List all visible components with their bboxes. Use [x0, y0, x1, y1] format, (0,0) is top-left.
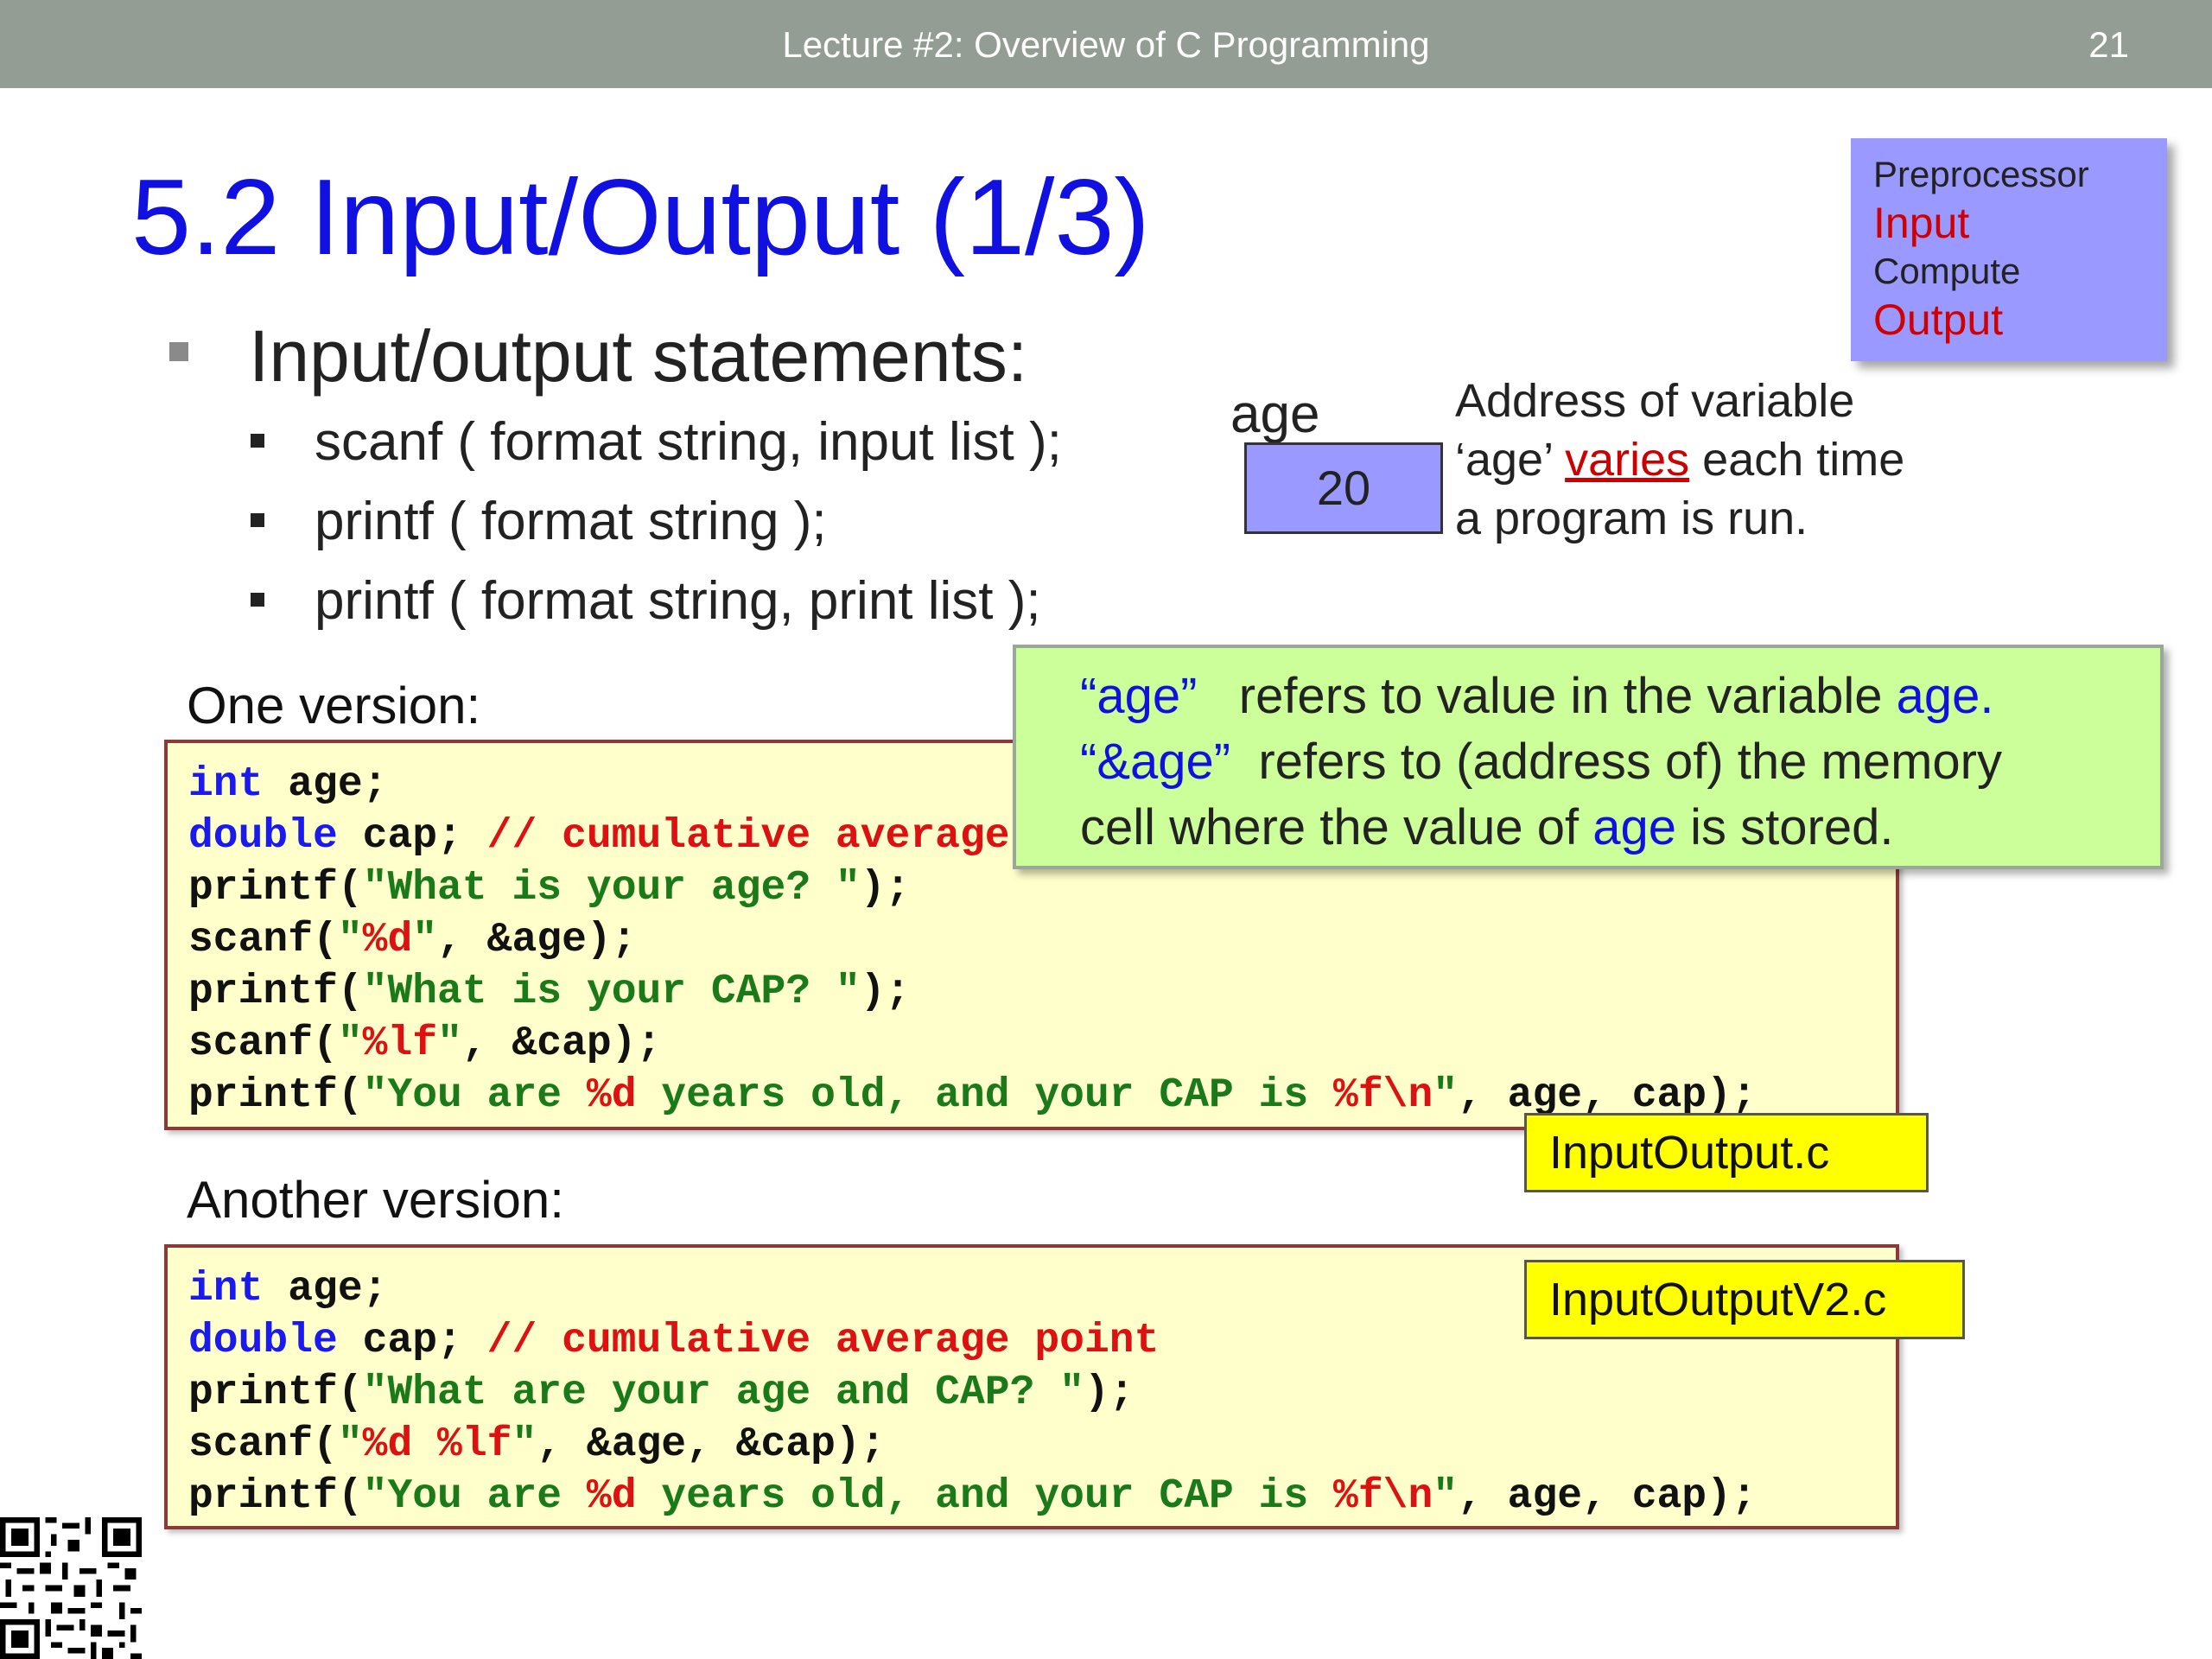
- version1-label: One version:: [187, 677, 481, 734]
- code-line: printf("You are %d years old, and your C…: [188, 1473, 1757, 1520]
- qr-code-icon: [0, 1517, 142, 1659]
- filename-label-version1: InputOutput.c: [1524, 1113, 1929, 1192]
- stage-input: Input: [1873, 199, 1970, 247]
- bullet-square-icon: [169, 342, 188, 361]
- version2-label: Another version:: [187, 1171, 564, 1229]
- filename-label-version2: InputOutputV2.c: [1524, 1260, 1965, 1339]
- program-stages-box: Preprocessor Input Compute Output: [1851, 138, 2167, 361]
- sub-bullet-text: scanf ( format string, input list );: [315, 412, 1062, 472]
- stage-compute: Compute: [1873, 251, 2021, 291]
- address-note-highlight: varies: [1565, 434, 1690, 486]
- code-line: scanf("%lf", &cap);: [188, 1020, 662, 1067]
- code-line: printf("What are your age and CAP? ");: [188, 1370, 1135, 1416]
- sub-bullet-text: printf ( format string );: [315, 492, 827, 551]
- lecture-title: Lecture #2: Overview of C Programming: [782, 24, 1430, 65]
- code-line: scanf("%d", &age);: [188, 917, 637, 963]
- bullet-square-icon: [251, 513, 264, 527]
- explanation-line: “age” refers to value in the variable ag…: [1080, 668, 1994, 724]
- sub-bullet-text: printf ( format string, print list );: [315, 571, 1041, 631]
- stage-preprocessor: Preprocessor: [1873, 154, 2089, 194]
- bullet-square-icon: [251, 434, 264, 448]
- explanation-line: “&age” refers to (address of) the memory: [1080, 734, 2002, 790]
- code-line: printf("What is your CAP? ");: [188, 969, 911, 1015]
- code-line: printf("What is your age? ");: [188, 865, 911, 912]
- page-number: 21: [2088, 24, 2129, 65]
- variable-name-label: age: [1230, 385, 1320, 444]
- explanation-line: cell where the value of age is stored.: [1080, 799, 1894, 855]
- address-note: Address of variable ‘age’ varies each ti…: [1455, 372, 1922, 548]
- slide-header: Lecture #2: Overview of C Programming 21: [0, 0, 2212, 88]
- slide-title: 5.2 Input/Output (1/3): [131, 158, 1150, 277]
- stage-output: Output: [1873, 296, 2004, 344]
- memory-cell: 20: [1244, 442, 1443, 534]
- explanation-note: “age” refers to value in the variable ag…: [1013, 645, 2164, 869]
- bullet-square-icon: [251, 593, 264, 607]
- main-bullet-text: Input/output statements:: [249, 315, 1028, 397]
- code-line: scanf("%d %lf", &age, &cap);: [188, 1421, 886, 1468]
